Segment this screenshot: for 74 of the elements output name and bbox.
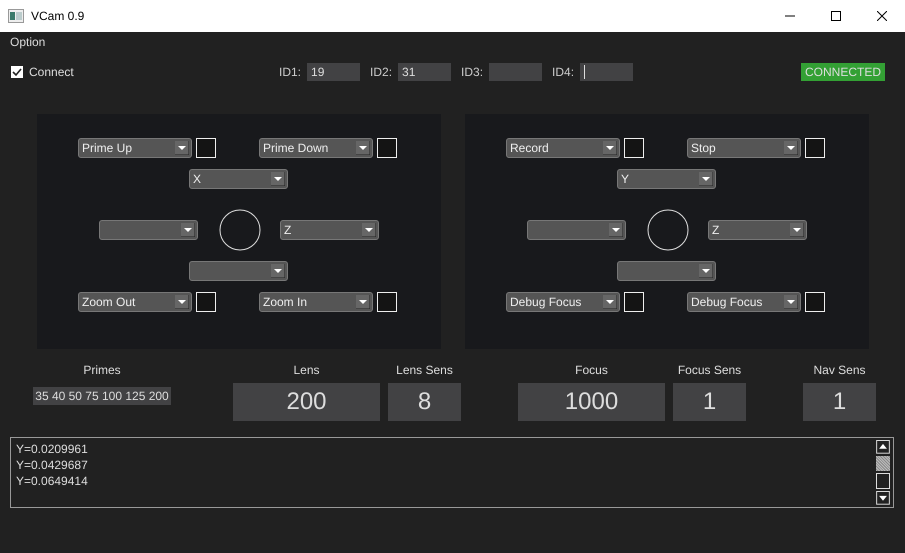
id-label: ID3:	[461, 65, 484, 79]
dropdown-arrow-icon	[790, 223, 804, 237]
primes-label: Primes	[83, 363, 121, 377]
checkbox[interactable]	[196, 292, 216, 312]
scroll-up-icon[interactable]	[876, 440, 890, 454]
dropdown-arrow-icon	[603, 295, 617, 309]
dropdown-arrow-icon	[356, 141, 370, 155]
dropdown-arrow-icon	[784, 141, 798, 155]
readout-field[interactable]: 1	[673, 383, 746, 421]
checkbox[interactable]	[624, 292, 644, 312]
checkbox[interactable]	[805, 292, 825, 312]
dropdown-arrow-icon	[175, 295, 189, 309]
log-line: Y=0.0429687	[16, 457, 89, 473]
dropdown[interactable]: Prime Down	[259, 138, 373, 158]
dropdown[interactable]: Z	[280, 220, 379, 240]
connect-label: Connect	[29, 65, 74, 79]
dropdown-arrow-icon	[699, 264, 713, 278]
readout-label: Focus	[575, 363, 608, 377]
readout-label: Focus Sens	[678, 363, 742, 377]
dropdown-arrow-icon	[356, 295, 370, 309]
dropdown-arrow-icon	[362, 223, 376, 237]
dropdown-arrow-icon	[609, 223, 623, 237]
dropdown-arrow-icon	[784, 295, 798, 309]
primes-field[interactable]: 35 40 50 75 100 125 200	[33, 387, 171, 405]
readout-label: Nav Sens	[813, 363, 866, 377]
log-area[interactable]: Y=0.0209961 Y=0.0429687 Y=0.0649414	[10, 437, 894, 508]
readout-field[interactable]: 200	[233, 383, 380, 421]
joystick-circle	[647, 209, 689, 251]
joystick-circle	[219, 209, 261, 251]
id-field[interactable]: 31	[398, 63, 452, 81]
scrollbar[interactable]	[876, 438, 892, 507]
checkbox[interactable]	[377, 138, 397, 158]
close-icon[interactable]	[877, 11, 887, 21]
dropdown[interactable]: Prime Up	[78, 138, 192, 158]
dropdown[interactable]: Zoom In	[259, 292, 373, 312]
readout-label: Lens	[293, 363, 320, 377]
dropdown[interactable]: Debug Focus	[506, 292, 620, 312]
dropdown-arrow-icon	[181, 223, 195, 237]
dropdown[interactable]: Debug Focus	[687, 292, 801, 312]
readout-field[interactable]: 1	[803, 383, 876, 421]
id-label: ID4:	[552, 65, 574, 79]
log-line: Y=0.0209961	[16, 441, 89, 457]
checkbox[interactable]	[805, 138, 825, 158]
readout-label: Lens Sens	[396, 363, 453, 377]
scroll-down-icon[interactable]	[876, 491, 890, 506]
dropdown-arrow-icon	[603, 141, 617, 155]
window-title: VCam 0.9	[31, 9, 84, 23]
connect-checkbox[interactable]	[11, 66, 23, 78]
checkbox[interactable]	[196, 138, 216, 158]
checkbox[interactable]	[624, 138, 644, 158]
id-field[interactable]	[580, 63, 634, 81]
menu-item[interactable]: Option	[10, 35, 46, 49]
dropdown-arrow-icon	[175, 141, 189, 155]
id-field[interactable]: 19	[307, 63, 360, 81]
scroll-thumb[interactable]	[876, 456, 890, 472]
dropdown[interactable]: Record	[506, 138, 620, 158]
dropdown-arrow-icon	[271, 172, 285, 186]
readout-field[interactable]: 1000	[518, 383, 665, 421]
checkbox[interactable]	[377, 292, 397, 312]
dropdown[interactable]: Y	[617, 169, 716, 189]
dropdown[interactable]: X	[189, 169, 288, 189]
dropdown-arrow-icon	[699, 172, 713, 186]
connection-status: CONNECTED	[800, 63, 885, 81]
app-icon	[8, 9, 24, 23]
id-label: ID2:	[370, 65, 392, 79]
maximize-icon[interactable]	[831, 11, 841, 21]
id-label: ID1:	[279, 65, 302, 79]
dropdown[interactable]: Z	[708, 220, 807, 240]
dropdown[interactable]: Stop	[687, 138, 801, 158]
dropdown[interactable]: Zoom Out	[78, 292, 192, 312]
readout-field[interactable]: 8	[388, 383, 461, 421]
id-field[interactable]	[489, 63, 542, 81]
dropdown-arrow-icon	[271, 264, 285, 278]
log-line: Y=0.0649414	[16, 473, 89, 489]
